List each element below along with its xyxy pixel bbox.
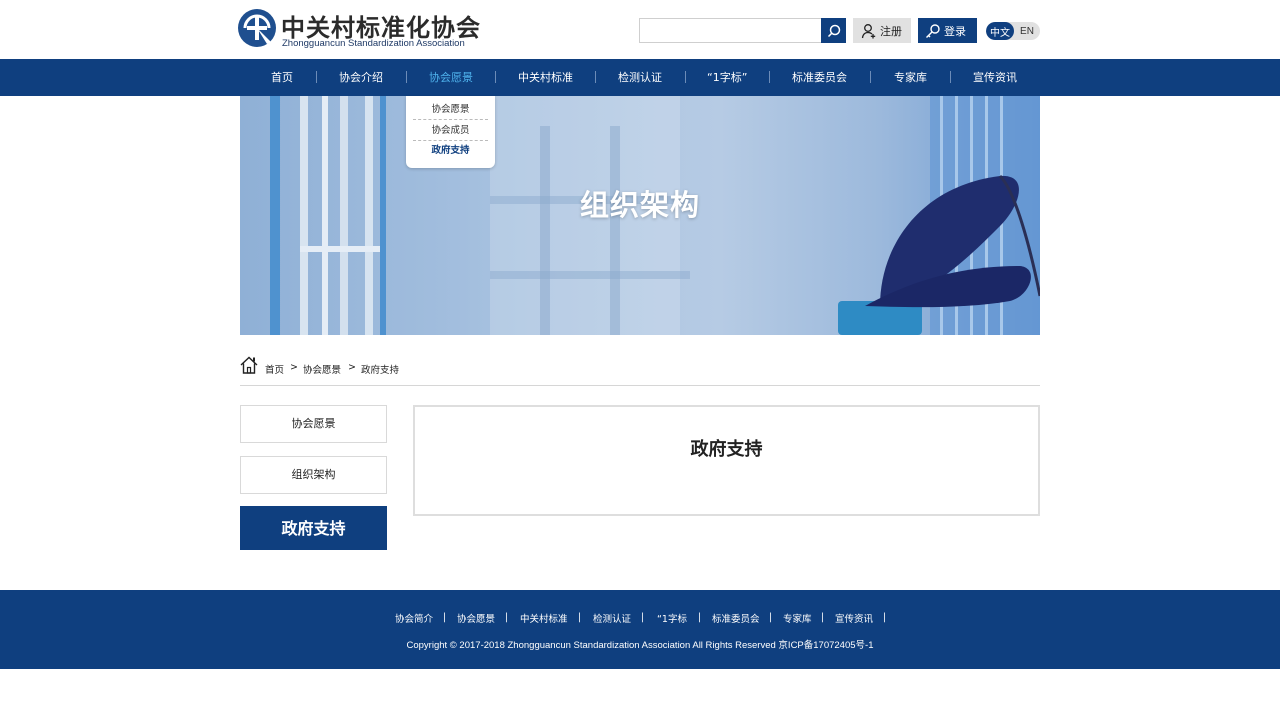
breadcrumb-separator: > bbox=[290, 362, 298, 373]
dropdown-item-vision[interactable]: 协会愿景 bbox=[413, 100, 488, 120]
search-icon bbox=[827, 24, 840, 37]
footer-separator: | bbox=[769, 612, 773, 623]
hero-banner: 组织架构 bbox=[240, 96, 1040, 335]
register-button[interactable]: 注册 bbox=[853, 18, 911, 43]
footer-separator: | bbox=[641, 612, 645, 623]
logo-mark-icon bbox=[238, 9, 276, 47]
banner-title: 组织架构 bbox=[579, 188, 700, 222]
dropdown-item-members[interactable]: 协会成员 bbox=[413, 121, 488, 141]
nav-divider bbox=[870, 71, 871, 83]
footer-link-testing[interactable]: 检测认证 bbox=[593, 611, 631, 625]
footer-link-mark[interactable]: “1字标 bbox=[657, 611, 687, 625]
search-input[interactable] bbox=[639, 18, 823, 43]
main-nav: 首页 协会介绍 协会愿景 中关村标准 检测认证 “1字标” 标准委员会 专家库 … bbox=[0, 59, 1280, 96]
footer-link-committee[interactable]: 标准委员会 bbox=[712, 611, 760, 625]
breadcrumb: 首页 > 协会愿景 > 政府支持 bbox=[240, 356, 1040, 386]
footer-link-intro[interactable]: 协会简介 bbox=[395, 611, 433, 625]
content-panel: 政府支持 bbox=[413, 405, 1040, 516]
footer-links: 协会简介 | 协会愿景 | 中关村标准 | 检测认证 | “1字标 | 标准委员… bbox=[0, 611, 1280, 625]
footer-separator: | bbox=[505, 612, 509, 623]
login-button[interactable]: 登录 bbox=[918, 18, 977, 43]
nav-item-committee[interactable]: 标准委员会 bbox=[792, 59, 847, 96]
logo-english-text: Zhongguancun Standardization Association bbox=[282, 38, 465, 49]
nav-item-about[interactable]: 协会介绍 bbox=[339, 59, 383, 96]
breadcrumb-vision-link[interactable]: 协会愿景 bbox=[303, 362, 341, 376]
dropdown-item-gov-support[interactable]: 政府支持 bbox=[413, 141, 488, 161]
breadcrumb-separator: > bbox=[348, 362, 356, 373]
footer-separator: | bbox=[443, 612, 447, 623]
language-switch: 中文 EN bbox=[986, 22, 1040, 40]
footer-link-vision[interactable]: 协会愿景 bbox=[457, 611, 495, 625]
nav-divider bbox=[316, 71, 317, 83]
language-chinese-button[interactable]: 中文 bbox=[986, 22, 1014, 40]
nav-dropdown-menu: 协会愿景 协会成员 政府支持 bbox=[406, 96, 495, 168]
header: 中关村标准化协会 Zhongguancun Standardization As… bbox=[0, 0, 1280, 59]
key-icon bbox=[926, 23, 940, 38]
search-button[interactable] bbox=[821, 18, 846, 43]
nav-item-home[interactable]: 首页 bbox=[271, 59, 293, 96]
footer-link-zgc-standards[interactable]: 中关村标准 bbox=[520, 611, 568, 625]
footer-separator: | bbox=[821, 612, 825, 623]
nav-divider bbox=[495, 71, 496, 83]
footer-separator: | bbox=[698, 612, 702, 623]
nav-item-vision[interactable]: 协会愿景 bbox=[429, 59, 473, 96]
copyright-text: Copyright © 2017-2018 Zhongguancun Stand… bbox=[406, 640, 874, 651]
footer-separator: | bbox=[883, 612, 887, 623]
nav-divider bbox=[685, 71, 686, 83]
nav-item-zgc-standards[interactable]: 中关村标准 bbox=[518, 59, 573, 96]
nav-divider bbox=[595, 71, 596, 83]
nav-divider bbox=[406, 71, 407, 83]
side-menu-item-organization[interactable]: 组织架构 bbox=[240, 456, 387, 494]
side-menu-item-gov-support[interactable]: 政府支持 bbox=[240, 506, 387, 550]
footer-link-news[interactable]: 宣传资讯 bbox=[835, 611, 873, 625]
footer-separator: | bbox=[578, 612, 582, 623]
register-label: 注册 bbox=[880, 24, 902, 38]
nav-divider bbox=[950, 71, 951, 83]
footer-link-experts[interactable]: 专家库 bbox=[783, 611, 812, 625]
home-icon[interactable] bbox=[240, 356, 258, 374]
nav-item-testing[interactable]: 检测认证 bbox=[618, 59, 662, 96]
nav-item-experts[interactable]: 专家库 bbox=[894, 59, 927, 96]
breadcrumb-home-link[interactable]: 首页 bbox=[265, 362, 284, 376]
nav-divider bbox=[769, 71, 770, 83]
side-menu-item-vision[interactable]: 协会愿景 bbox=[240, 405, 387, 443]
nav-item-news[interactable]: 宣传资讯 bbox=[973, 59, 1017, 96]
nav-item-mark[interactable]: “1字标” bbox=[707, 59, 747, 96]
content-title: 政府支持 bbox=[690, 439, 763, 460]
breadcrumb-current: 政府支持 bbox=[361, 365, 400, 376]
login-label: 登录 bbox=[944, 24, 966, 38]
footer: 协会简介 | 协会愿景 | 中关村标准 | 检测认证 | “1字标 | 标准委员… bbox=[0, 590, 1280, 669]
user-icon bbox=[861, 23, 876, 38]
language-english-button[interactable]: EN bbox=[1014, 22, 1040, 40]
site-logo[interactable]: 中关村标准化协会 Zhongguancun Standardization As… bbox=[237, 8, 480, 50]
